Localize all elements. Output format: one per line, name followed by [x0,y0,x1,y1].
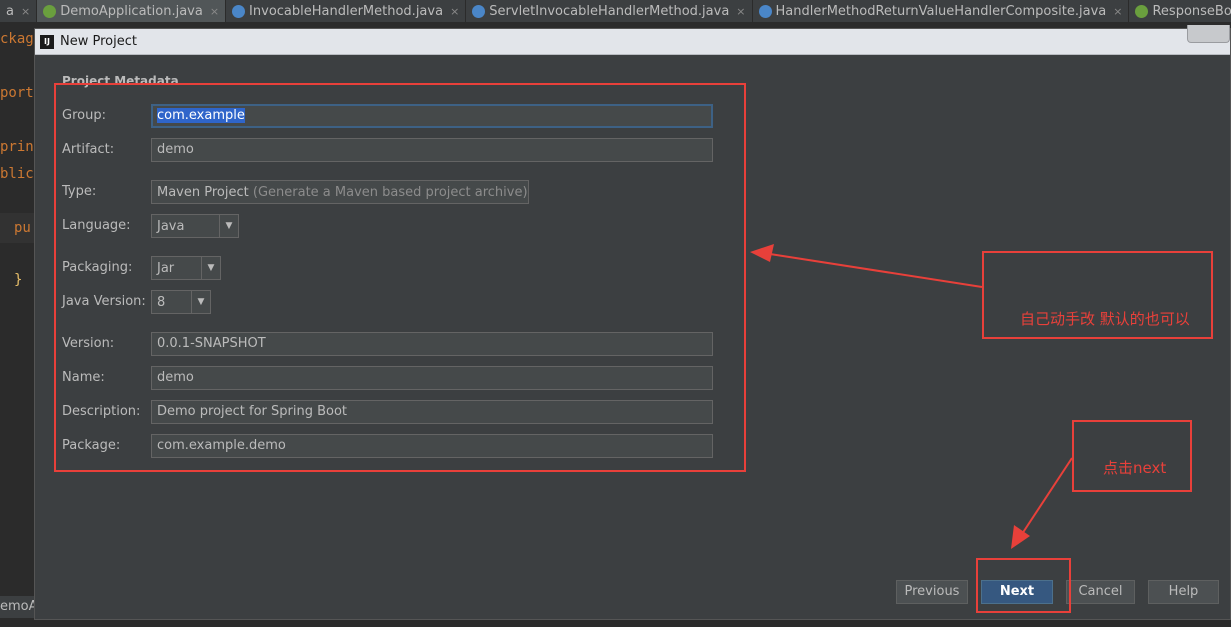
arrow-line-next [1021,457,1073,535]
arrow-line-metadata [769,253,983,288]
arrow-head-next [1011,525,1030,549]
arrow-head-metadata [750,244,774,262]
annotation-arrows [750,244,1073,549]
